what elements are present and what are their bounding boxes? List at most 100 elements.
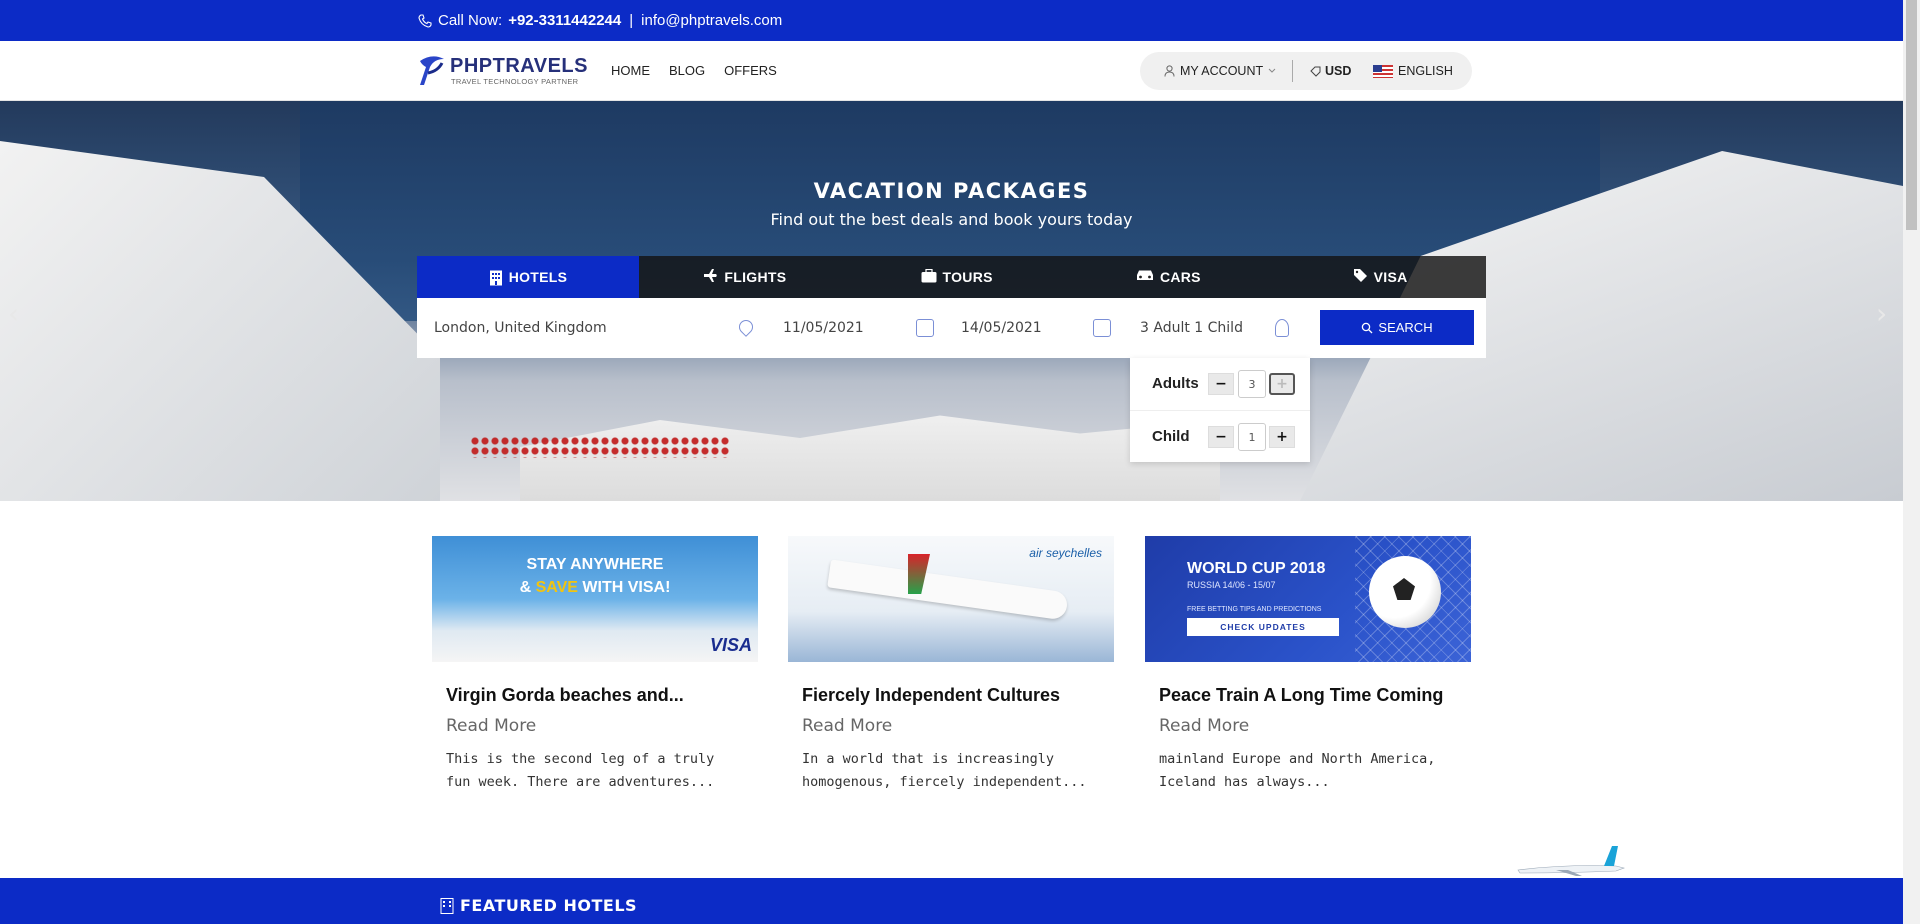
tab-tours[interactable]: TOURS: [851, 256, 1063, 298]
hero-background: [470, 436, 730, 458]
language-label: ENGLISH: [1398, 64, 1453, 78]
adults-row: Adults − 3 +: [1130, 358, 1310, 410]
child-plus-button[interactable]: +: [1269, 426, 1295, 448]
blog-card[interactable]: WORLD CUP 2018 RUSSIA 14/06 - 15/07 FREE…: [1145, 536, 1471, 790]
search-button-label: SEARCH: [1378, 320, 1433, 335]
card-image[interactable]: STAY ANYWHERE & SAVE WITH VISA! VISA: [432, 536, 758, 662]
read-more-link[interactable]: Read More: [802, 716, 892, 736]
tab-label: CARS: [1159, 269, 1201, 285]
main-nav: HOME BLOG OFFERS: [611, 63, 777, 78]
tab-label: FLIGHTS: [724, 269, 787, 285]
read-more-link[interactable]: Read More: [1159, 716, 1249, 736]
search-button[interactable]: SEARCH: [1320, 310, 1474, 345]
tab-label: HOTELS: [508, 269, 568, 285]
tag-icon: [1310, 66, 1321, 77]
banner-text: STAY ANYWHERE: [526, 556, 664, 573]
phone-number[interactable]: +92-3311442244: [508, 12, 621, 29]
my-account-dropdown[interactable]: MY ACCOUNT: [1164, 64, 1276, 78]
main-header: PHPTRAVELS TRAVEL TECHNOLOGY PARTNER HOM…: [0, 41, 1903, 101]
slider-prev-arrow-icon[interactable]: ‹: [8, 297, 19, 330]
nav-blog[interactable]: BLOG: [669, 63, 705, 78]
search-tabs: HOTELS FLIGHTS TOURS CARS VISA: [417, 256, 1486, 298]
divider: [1292, 60, 1293, 82]
phone-icon: [418, 13, 432, 28]
card-description: This is the second leg of a truly fun we…: [446, 751, 715, 790]
blog-card[interactable]: air seychelles Fiercely Independent Cult…: [788, 536, 1114, 790]
hotel-search-form: London, United Kingdom 11/05/2021 14/05/…: [417, 298, 1486, 358]
featured-hotels-section: FEATURED HOTELS: [0, 878, 1903, 924]
destination-input[interactable]: London, United Kingdom: [434, 320, 607, 336]
hero-subtitle: Find out the best deals and book yours t…: [770, 210, 1133, 229]
page-scrollbar[interactable]: [1903, 0, 1920, 924]
slider-next-arrow-icon[interactable]: ›: [1876, 297, 1887, 330]
search-icon: [1362, 322, 1373, 333]
hero-title: VACATION PACKAGES: [813, 179, 1090, 203]
us-flag-icon: [1373, 64, 1393, 78]
car-icon: [1136, 269, 1154, 285]
currency-selector[interactable]: USD: [1310, 64, 1351, 78]
check-updates-button: CHECK UPDATES: [1187, 618, 1339, 636]
card-image[interactable]: WORLD CUP 2018 RUSSIA 14/06 - 15/07 FREE…: [1145, 536, 1471, 662]
user-icon: [1275, 319, 1289, 337]
language-selector[interactable]: ENGLISH: [1373, 64, 1453, 78]
tab-visa[interactable]: VISA: [1274, 256, 1486, 298]
tab-hotels[interactable]: HOTELS: [417, 256, 639, 298]
airplane-image: [827, 559, 1069, 621]
nav-offers[interactable]: OFFERS: [724, 63, 777, 78]
location-pin-icon: [736, 317, 756, 337]
banner-text: WORLD CUP 2018: [1187, 560, 1326, 577]
read-more-link[interactable]: Read More: [446, 716, 536, 736]
checkout-input[interactable]: 14/05/2021: [961, 320, 1042, 336]
my-account-label: MY ACCOUNT: [1180, 64, 1264, 78]
building-icon: [440, 897, 454, 914]
suitcase-icon: [921, 268, 937, 286]
calendar-icon[interactable]: [916, 319, 934, 337]
currency-label: USD: [1325, 64, 1352, 78]
blog-card[interactable]: STAY ANYWHERE & SAVE WITH VISA! VISA Vir…: [432, 536, 758, 790]
visa-logo: VISA: [709, 635, 752, 655]
tab-flights[interactable]: FLIGHTS: [639, 256, 851, 298]
checkin-input[interactable]: 11/05/2021: [783, 320, 864, 336]
soccer-ball-icon: [1369, 556, 1441, 628]
card-title[interactable]: Fiercely Independent Cultures: [802, 685, 1060, 706]
building-icon: [489, 270, 503, 286]
card-description: mainland Europe and North America, Icela…: [1159, 751, 1436, 790]
scrollbar-thumb[interactable]: [1906, 0, 1917, 230]
user-icon: [1164, 65, 1175, 77]
section-title: FEATURED HOTELS: [460, 896, 638, 915]
tag-icon: [1353, 268, 1368, 286]
brand-tagline: TRAVEL TECHNOLOGY PARTNER: [451, 77, 579, 86]
child-row: Child − 1 +: [1130, 410, 1310, 462]
nav-home[interactable]: HOME: [611, 63, 650, 78]
email-link[interactable]: info@phptravels.com: [641, 12, 782, 29]
guests-input[interactable]: 3 Adult 1 Child: [1140, 320, 1243, 336]
banner-text: RUSSIA 14/06 - 15/07: [1187, 580, 1276, 590]
adults-count[interactable]: 3: [1238, 370, 1266, 398]
card-title[interactable]: Peace Train A Long Time Coming: [1159, 685, 1443, 706]
child-count[interactable]: 1: [1238, 423, 1266, 451]
call-now-label: Call Now:: [438, 12, 503, 29]
plane-icon: [703, 268, 718, 286]
tab-label: VISA: [1373, 269, 1408, 285]
top-contact-bar: Call Now: +92-3311442244 | info@phptrave…: [0, 0, 1903, 41]
card-title[interactable]: Virgin Gorda beaches and...: [446, 685, 684, 706]
banner-text: & SAVE WITH VISA!: [519, 579, 671, 596]
airplane-icon: [1517, 846, 1626, 876]
tab-cars[interactable]: CARS: [1063, 256, 1275, 298]
account-bar: MY ACCOUNT USD ENGLISH: [1140, 52, 1472, 90]
banner-text: FREE BETTING TIPS AND PREDICTIONS: [1187, 606, 1322, 613]
adults-minus-button[interactable]: −: [1208, 373, 1234, 395]
card-image[interactable]: air seychelles: [788, 536, 1114, 662]
guests-dropdown: Adults − 3 + Child − 1 +: [1130, 358, 1310, 462]
child-label: Child: [1152, 428, 1190, 445]
adults-label: Adults: [1152, 375, 1199, 392]
tab-label: TOURS: [942, 269, 993, 285]
card-description: In a world that is increasingly homogeno…: [802, 751, 1087, 790]
child-minus-button[interactable]: −: [1208, 426, 1234, 448]
logo-mark-icon: [420, 56, 444, 85]
logo[interactable]: PHPTRAVELS TRAVEL TECHNOLOGY PARTNER: [416, 53, 587, 89]
adults-plus-button[interactable]: +: [1269, 373, 1295, 395]
contact-divider: |: [629, 12, 634, 29]
airline-logo: air seychelles: [1029, 546, 1102, 560]
calendar-icon[interactable]: [1093, 319, 1111, 337]
